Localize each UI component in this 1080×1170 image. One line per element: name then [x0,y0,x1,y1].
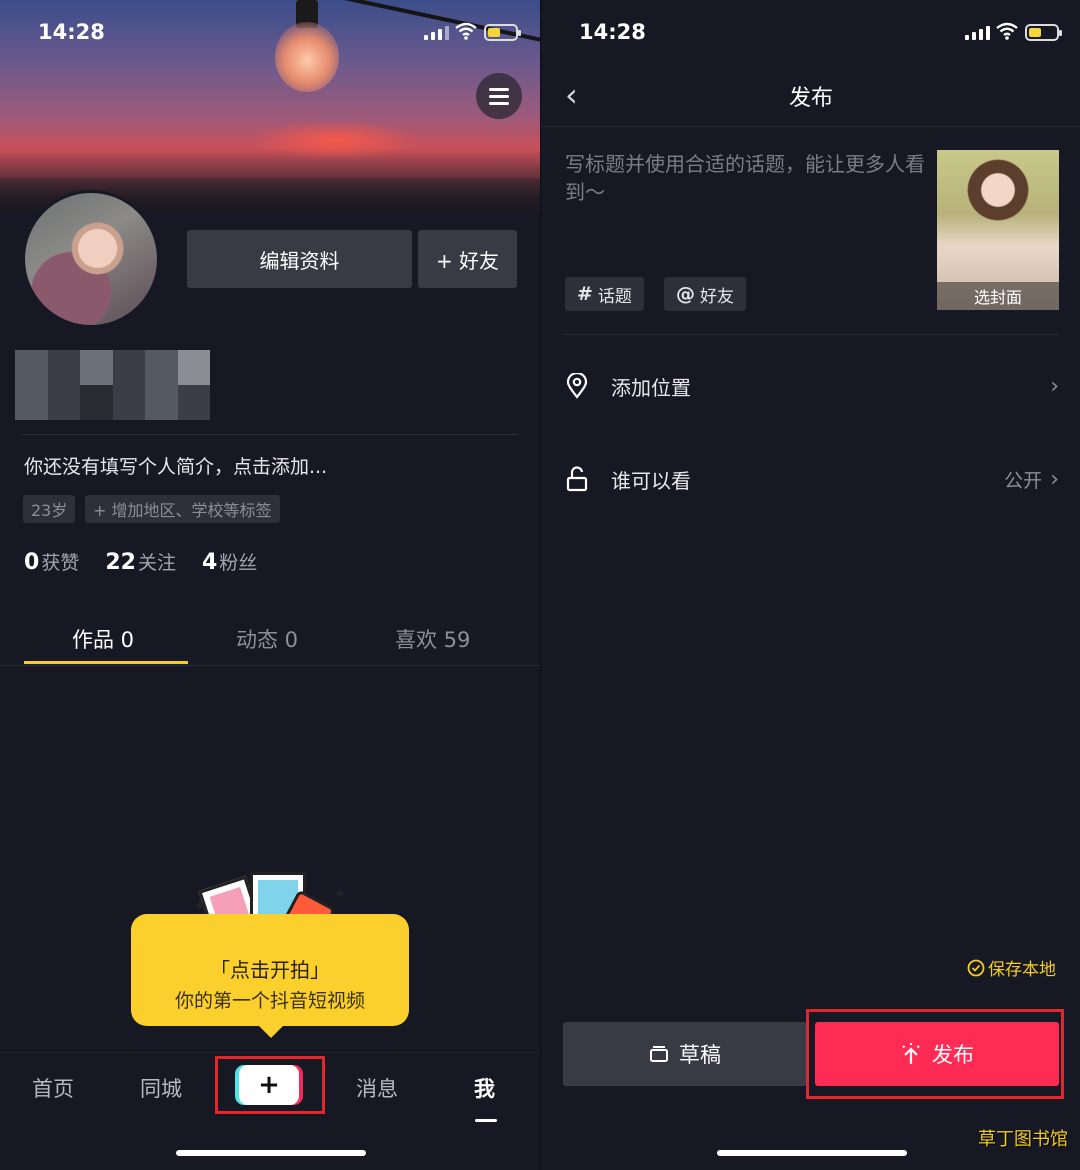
likes-stat[interactable]: 0 获赞 [24,548,79,575]
create-video-button[interactable]: + [239,1065,299,1105]
cover-thumbnail[interactable]: 选封面 [937,150,1059,310]
age-tag[interactable]: 23岁 [23,495,76,523]
wifi-icon [455,22,477,40]
watermark-text: 草丁图书馆 [978,1129,1068,1150]
chevron-right-icon: › [1050,466,1059,492]
home-indicator [176,1150,366,1156]
draft-button[interactable]: 草稿 [563,1022,807,1086]
mention-friend-chip[interactable]: @ 好友 [664,277,746,311]
at-icon: @ [676,283,695,305]
hashtag-icon: # [577,283,593,305]
nav-nearby[interactable]: 同城 [140,1073,182,1103]
home-indicator [717,1150,907,1156]
divider [563,334,1059,335]
divider [541,126,1080,127]
divider [22,434,518,435]
bio-text[interactable]: 你还没有填写个人简介，点击添加... [24,452,327,479]
followers-stat[interactable]: 4 粉丝 [202,548,257,575]
unlock-icon [565,466,589,492]
nav-active-indicator [475,1119,497,1122]
status-time: 14:28 [38,20,105,44]
draft-box-icon [650,1046,668,1062]
chevron-right-icon: › [1050,373,1059,399]
tip-subtitle: 你的第一个抖音短视频 [174,990,365,1012]
avatar[interactable] [22,190,160,328]
publish-screen: 14:28 ‹ 发布 写标题并使用合适的话题，能让更多人看到～ 选封面 # 话题… [540,0,1080,1170]
edit-profile-button[interactable]: 编辑资料 [187,230,412,288]
wifi-icon [996,22,1018,40]
publish-button[interactable]: 发布 [815,1022,1059,1086]
visibility-row[interactable]: 谁可以看 公开 › [565,459,1059,499]
visibility-value: 公开 [1004,469,1043,492]
tip-title: 「点击开拍」 [210,958,330,982]
tab-moments[interactable]: 动态 0 [236,624,298,654]
nav-me[interactable]: 我 [474,1073,495,1103]
battery-icon [1025,24,1062,41]
select-cover-label: 选封面 [937,282,1059,310]
nav-messages[interactable]: 消息 [356,1073,398,1103]
battery-icon [484,24,521,41]
status-time: 14:28 [579,20,646,44]
tab-works[interactable]: 作品 0 [72,624,134,654]
shoot-tip-bubble[interactable]: 「点击开拍」 你的第一个抖音短视频 [131,914,409,1038]
profile-stats: 0 获赞 22 关注 4 粉丝 [24,548,257,575]
tab-likes[interactable]: 喜欢 59 [395,624,470,654]
add-tags-tag[interactable]: + 增加地区、学校等标签 [85,495,280,523]
nav-home[interactable]: 首页 [32,1073,74,1103]
check-circle-icon [967,959,985,976]
signal-icon [965,26,990,40]
status-bar: 14:28 [0,0,540,66]
profile-screen: 14:28 编辑资料 + 好友 你还没有填写个人简介，点击添加... 23岁 +… [0,0,540,1170]
signal-icon [424,26,449,40]
topic-chip[interactable]: # 话题 [565,277,644,311]
add-location-row[interactable]: 添加位置 › [565,366,1059,406]
following-stat[interactable]: 22 关注 [105,548,176,575]
status-bar: 14:28 [541,0,1080,66]
publish-arrow-icon [902,1043,920,1064]
menu-button[interactable] [476,73,522,119]
profile-tabs: 作品 0 动态 0 喜欢 59 [0,610,540,666]
save-local-toggle[interactable]: 保存本地 [967,955,1056,980]
add-friend-button[interactable]: + 好友 [418,230,517,288]
active-tab-indicator [24,661,188,664]
caption-input[interactable]: 写标题并使用合适的话题，能让更多人看到～ [565,150,925,206]
location-pin-icon [565,373,589,399]
username-blurred [15,350,210,420]
page-title: 发布 [788,86,833,111]
